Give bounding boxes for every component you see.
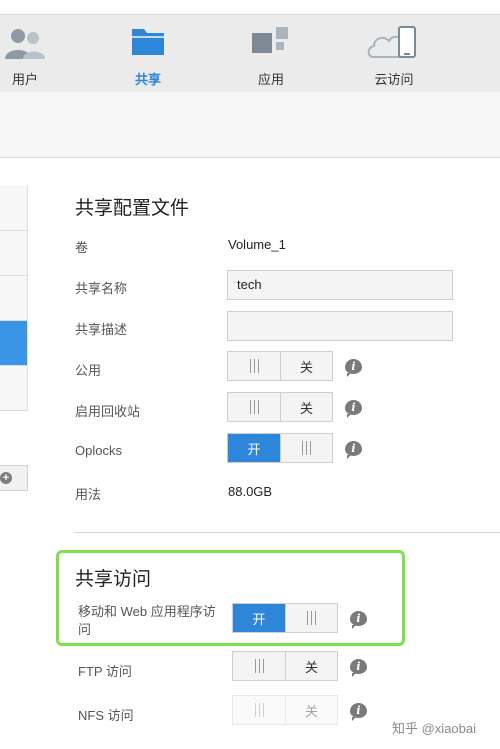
window-top-strip: [0, 0, 500, 14]
nfs-access-toggle[interactable]: 关: [232, 695, 338, 725]
nav-label-apps: 应用: [257, 72, 284, 87]
watermark: 知乎 @xiaobai: [392, 721, 477, 736]
usage-label: 用法: [75, 487, 102, 502]
add-share-button[interactable]: +: [0, 465, 28, 491]
users-icon: [5, 29, 45, 59]
public-toggle[interactable]: 关: [227, 351, 333, 381]
toolbar-area: [0, 92, 500, 158]
oplocks-toggle[interactable]: 开: [227, 433, 333, 463]
info-icon[interactable]: i: [350, 611, 367, 629]
public-label: 公用: [75, 363, 102, 378]
nav-item-cloud-access[interactable]: 云访问: [349, 21, 439, 91]
nav-item-shares[interactable]: 共享: [103, 21, 193, 91]
toggle-grip: [280, 434, 332, 462]
share-description-input[interactable]: [227, 311, 453, 341]
toggle-state-text: 开: [228, 434, 280, 462]
ftp-access-label: FTP 访问: [78, 664, 132, 679]
ftp-access-toggle[interactable]: 关: [232, 651, 338, 681]
toggle-grip: [228, 352, 280, 380]
share-description-label: 共享描述: [75, 322, 128, 337]
oplocks-label: Oplocks: [75, 443, 122, 458]
list-item[interactable]: [0, 186, 28, 231]
info-icon[interactable]: i: [345, 441, 362, 459]
top-navigation: 用户 共享 应用 云访问: [0, 14, 500, 92]
info-icon[interactable]: i: [345, 359, 362, 377]
nav-label-shares: 共享: [134, 72, 161, 87]
list-item[interactable]: [0, 276, 28, 321]
usage-value: 88.0GB: [228, 484, 273, 499]
toggle-grip: [233, 652, 285, 680]
recycle-bin-toggle[interactable]: 关: [227, 392, 333, 422]
nav-item-users[interactable]: 用户: [0, 21, 70, 91]
volume-value: Volume_1: [228, 237, 286, 252]
share-name-input[interactable]: tech: [227, 270, 453, 300]
toggle-grip: [228, 393, 280, 421]
mobile-web-access-toggle[interactable]: 开: [232, 603, 338, 633]
section-title-access: 共享访问: [75, 569, 152, 590]
list-item[interactable]: [0, 231, 28, 276]
recycle-bin-label: 启用回收站: [75, 404, 141, 419]
share-name-label: 共享名称: [75, 281, 128, 296]
toggle-state-text: 关: [280, 393, 332, 421]
apps-icon: [252, 27, 288, 53]
cloud-access-icon: [367, 26, 416, 58]
info-icon[interactable]: i: [350, 659, 367, 677]
toggle-grip: [233, 696, 285, 724]
toggle-grip: [285, 604, 337, 632]
volume-label: 卷: [75, 240, 89, 255]
list-item[interactable]: [0, 366, 28, 411]
share-list: [0, 186, 28, 411]
info-icon[interactable]: i: [345, 400, 362, 418]
section-title-profile: 共享配置文件: [75, 198, 190, 219]
toggle-state-text: 关: [285, 652, 337, 680]
folder-icon: [132, 29, 164, 55]
list-item-selected[interactable]: [0, 321, 28, 366]
section-divider: [75, 532, 500, 533]
toggle-state-text: 关: [285, 696, 337, 724]
nav-item-apps[interactable]: 应用: [226, 21, 316, 91]
info-icon[interactable]: i: [350, 703, 367, 721]
mobile-web-access-label: 移动和 Web 应用程序访问: [78, 604, 216, 637]
plus-icon: +: [0, 472, 12, 484]
toggle-state-text: 开: [233, 604, 285, 632]
toggle-state-text: 关: [280, 352, 332, 380]
nfs-access-label: NFS 访问: [78, 708, 134, 723]
nav-label-cloud-access: 云访问: [374, 72, 414, 87]
nav-label-users: 用户: [11, 72, 38, 87]
